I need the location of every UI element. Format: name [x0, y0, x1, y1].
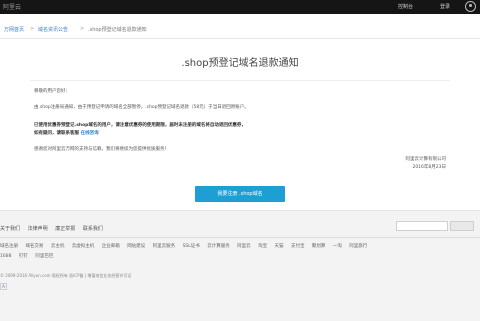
notice-closing: 感谢您对阿里云万网的支持与信赖，我们将继续为您提供优质服务！	[34, 147, 169, 152]
footer-row-link[interactable]: 阿里巴巴	[35, 254, 53, 259]
footer-search-button[interactable]	[450, 221, 474, 231]
breadcrumb-news[interactable]: 域名资讯公告	[38, 26, 68, 33]
user-avatar-icon[interactable]	[465, 1, 476, 12]
breadcrumb-separator-icon: >	[30, 26, 35, 32]
footer-row-link[interactable]: 阿里云服务	[153, 244, 176, 249]
top-navigation-bar: 阿里云 控制台 登录	[0, 0, 480, 14]
footer-row-link[interactable]: 云计算服务	[207, 244, 230, 249]
title-divider	[30, 80, 450, 81]
footer-row-link[interactable]: SSL证书	[183, 244, 200, 249]
footer-row-1: 域名注册 域名交易 云主机 云虚拟主机 企业邮箱 网站建设 阿里云服务 SSL证…	[0, 243, 373, 249]
footer-row-link[interactable]: 一淘	[333, 244, 342, 249]
breadcrumb-separator-icon: >	[80, 26, 85, 32]
notice-paragraph-2-text: 如有疑问，请联系客服	[34, 131, 79, 136]
breadcrumb: 万网首页 > 域名资讯公告 > .shop预登记域名退款通知	[0, 24, 480, 38]
notice-greeting: 尊敬的用户您好：	[34, 89, 70, 94]
online-consult-link[interactable]: 在线咨询	[81, 131, 99, 136]
breadcrumb-current: .shop预登记域名退款通知	[88, 27, 147, 33]
footer-copyright: © 2009-2016 Aliyun.com 版权所有 浙ICP备 | 增值电信…	[0, 273, 132, 278]
footer-row-link[interactable]: 钉钉	[19, 254, 28, 259]
footer-link-report[interactable]: 廉正举报	[55, 226, 75, 232]
notice-title: .shop预登记域名退款通知	[181, 58, 299, 69]
footer-row-link[interactable]: 网站建设	[127, 244, 145, 249]
breadcrumb-divider	[0, 38, 480, 39]
footer-row-link[interactable]: 阿里旅行	[349, 244, 367, 249]
footer-row-link[interactable]: 1688	[0, 254, 11, 259]
footer-row-link[interactable]: 企业邮箱	[102, 244, 120, 249]
footer-row-link[interactable]: 聚划算	[312, 244, 326, 249]
aliyun-logo[interactable]: 阿里云	[3, 2, 21, 11]
footer-links: 关于我们 法律声明 廉正举报 联系我们	[0, 225, 109, 232]
footer-link-legal[interactable]: 法律声明	[28, 226, 48, 232]
footer-row-link[interactable]: 云主机	[51, 244, 65, 249]
footer-link-contact[interactable]: 联系我们	[83, 226, 103, 232]
notice-paragraph-1: 由.shop注册局通知，由于预登记申请的域名全部暂停，.shop预登记域名退款（…	[34, 105, 249, 110]
security-badge-icon[interactable]: A	[0, 283, 7, 290]
footer-row-link[interactable]: 域名交易	[25, 244, 43, 249]
notice-paragraph-2-line-1: 已使用优惠券预登记.shop域名的用户，请注意优惠券的使用期限，届时未注册的域名…	[34, 123, 246, 128]
footer-row-link[interactable]: 阿里云	[237, 244, 251, 249]
footer-search-input[interactable]	[396, 221, 448, 231]
footer-row-link[interactable]: 天猫	[275, 244, 284, 249]
footer-row-link[interactable]: 支付宝	[291, 244, 305, 249]
footer-link-about[interactable]: 关于我们	[0, 226, 20, 232]
register-shop-domain-button[interactable]: 我要注册 .shop域名	[195, 186, 285, 202]
signature-date: 2016年8月23日	[412, 165, 446, 170]
footer-row-link[interactable]: 淘宝	[258, 244, 267, 249]
breadcrumb-home[interactable]: 万网首页	[4, 26, 24, 33]
login-link[interactable]: 登录	[440, 3, 450, 10]
footer-divider	[0, 237, 480, 238]
signature-company: 阿里云计算有限公司	[405, 157, 447, 162]
footer-row-2: 1688 钉钉 阿里巴巴	[0, 253, 59, 259]
footer: 关于我们 法律声明 廉正举报 联系我们 域名注册 域名交易 云主机 云虚拟主机 …	[0, 210, 480, 321]
footer-row-link[interactable]: 域名注册	[0, 244, 18, 249]
notice-paragraph-2-line-2: 如有疑问，请联系客服 在线咨询	[34, 130, 99, 136]
footer-row-link[interactable]: 云虚拟主机	[72, 244, 95, 249]
console-link[interactable]: 控制台	[398, 3, 413, 10]
